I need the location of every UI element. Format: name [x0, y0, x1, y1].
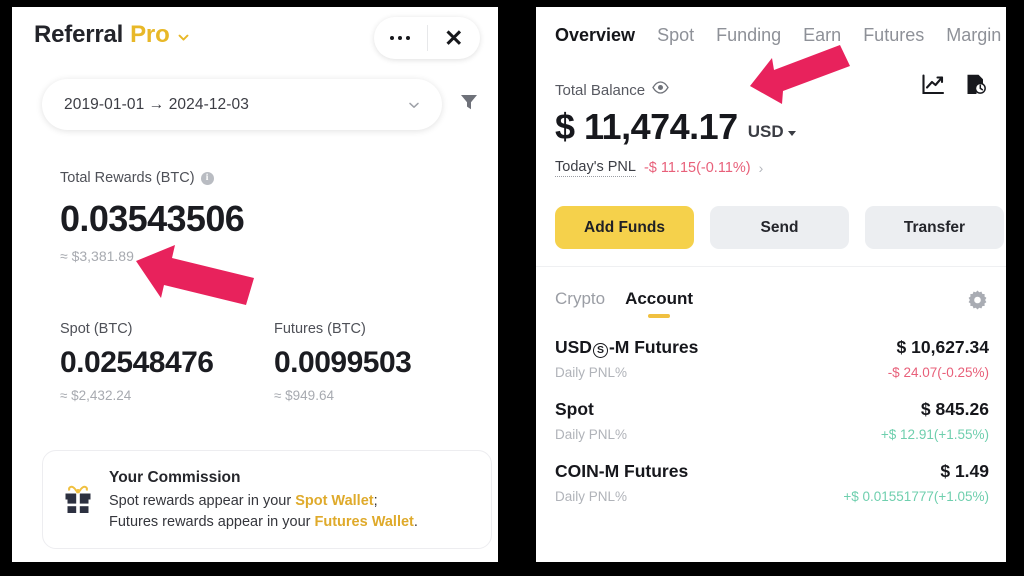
gear-icon[interactable]	[967, 289, 988, 315]
currency-label: USD	[747, 122, 784, 141]
total-balance-amount: $ 11,474.17	[555, 106, 738, 147]
commission-line-2: Futures rewards appear in your Futures W…	[109, 512, 418, 533]
divider	[536, 266, 1006, 267]
tab-margin[interactable]: Margin	[946, 25, 1001, 46]
total-balance-amount-row: $ 11,474.17 USD	[555, 109, 796, 145]
account-row[interactable]: Spot $ 845.26 Daily PNL% +$ 12.91(+1.55%)	[555, 399, 989, 442]
pro-badge: Pro	[130, 21, 170, 48]
filter-icon[interactable]	[458, 91, 480, 118]
gift-icon	[63, 484, 93, 515]
total-rewards-label-row: Total Rewards (BTC) i	[60, 169, 244, 187]
account-row-secondary: Daily PNL% -$ 24.07(-0.25%)	[555, 365, 989, 380]
commission-line-1-suffix: ;	[373, 492, 378, 509]
commission-line-2-suffix: .	[413, 513, 418, 530]
commission-text: Your Commission Spot rewards appear in y…	[109, 467, 418, 532]
account-row-secondary: Daily PNL% +$ 0.01551777(+1.05%)	[555, 489, 989, 504]
wallet-header-icons	[921, 73, 988, 101]
tab-spot[interactable]: Spot	[657, 25, 694, 46]
daily-pnl-label: Daily PNL%	[555, 365, 628, 380]
wallet-action-buttons: Add Funds Send Transfer	[555, 206, 1004, 249]
account-name: COIN-M Futures	[555, 461, 689, 481]
total-balance-label-row: Total Balance	[555, 81, 669, 99]
commission-card: Your Commission Spot rewards appear in y…	[42, 450, 492, 549]
date-range-value: 2019-01-01 → 2024-12-03	[64, 95, 249, 113]
daily-pnl-label: Daily PNL%	[555, 489, 628, 504]
account-name: Spot	[555, 399, 594, 419]
account-amount: $ 845.26	[920, 399, 989, 419]
subtab-account[interactable]: Account	[625, 289, 693, 318]
account-row[interactable]: USD S -M Futures $ 10,627.34 Daily PNL% -$ 24…	[555, 337, 989, 380]
account-amount: $ 10,627.34	[896, 337, 989, 357]
futures-rewards-block: Futures (BTC) 0.0099503 ≈ $949.64	[274, 320, 412, 403]
daily-pnl-value: +$ 0.01551777(+1.05%)	[843, 489, 989, 504]
account-row-primary: COIN-M Futures $ 1.49	[555, 461, 989, 482]
spot-wallet-link[interactable]: Spot Wallet	[295, 493, 373, 509]
subtab-crypto[interactable]: Crypto	[555, 289, 605, 318]
account-row-secondary: Daily PNL% +$ 12.91(+1.55%)	[555, 427, 989, 442]
daily-pnl-label: Daily PNL%	[555, 427, 628, 442]
info-icon[interactable]: i	[200, 171, 214, 185]
futures-rewards-value: 0.0099503	[274, 346, 412, 379]
total-rewards-label: Total Rewards (BTC)	[60, 170, 195, 186]
futures-wallet-link[interactable]: Futures Wallet	[315, 514, 414, 530]
commission-line-1: Spot rewards appear in your Spot Wallet;	[109, 491, 418, 512]
spot-rewards-value: 0.02548476	[60, 346, 214, 379]
eye-icon[interactable]	[652, 81, 669, 99]
commission-line-1-prefix: Spot rewards appear in your	[109, 492, 296, 509]
close-button[interactable]: ✕	[428, 17, 481, 59]
tab-earn[interactable]: Earn	[803, 25, 841, 46]
account-name: USD S -M Futures	[555, 337, 699, 358]
date-filter-row: 2019-01-01 → 2024-12-03	[42, 79, 480, 130]
todays-pnl-row[interactable]: Today's PNL -$ 11.15(-0.11%) ›	[555, 159, 763, 177]
wallet-tabs: Overview Spot Funding Earn Futures Margin	[555, 25, 1001, 46]
header-actions-group: ✕	[374, 17, 480, 59]
currency-selector[interactable]: USD	[747, 122, 796, 145]
transfer-button[interactable]: Transfer	[865, 206, 1004, 249]
total-rewards-value: 0.03543506	[60, 198, 245, 239]
futures-rewards-label: Futures (BTC)	[274, 321, 366, 337]
wallet-subtabs: Crypto Account	[555, 289, 693, 318]
more-dots-icon	[390, 36, 411, 40]
futures-rewards-approx: ≈ $949.64	[274, 388, 334, 403]
account-row-primary: Spot $ 845.26	[555, 399, 989, 420]
daily-pnl-value: -$ 24.07(-0.25%)	[887, 365, 989, 380]
date-range-select[interactable]: 2019-01-01 → 2024-12-03	[42, 79, 442, 130]
referral-header: Referral Pro	[34, 21, 190, 49]
spot-rewards-approx: ≈ $2,432.24	[60, 388, 132, 403]
spot-rewards-label: Spot (BTC)	[60, 321, 133, 337]
chevron-down-icon[interactable]	[177, 31, 190, 44]
account-amount: $ 1.49	[940, 461, 989, 481]
commission-title: Your Commission	[109, 468, 241, 486]
line-chart-icon[interactable]	[921, 73, 945, 101]
close-icon: ✕	[444, 24, 464, 51]
more-options-button[interactable]	[374, 17, 427, 59]
commission-line-2-prefix: Futures rewards appear in your	[109, 513, 315, 530]
referral-panel: Referral Pro ✕ 2019-01-01 → 2024-12-03 T…	[12, 7, 498, 562]
todays-pnl-value: -$ 11.15(-0.11%)	[643, 160, 751, 176]
daily-pnl-value: +$ 12.91(+1.55%)	[880, 427, 989, 442]
tab-futures[interactable]: Futures	[863, 25, 924, 46]
total-balance-label: Total Balance	[555, 81, 646, 99]
tab-overview[interactable]: Overview	[555, 25, 635, 46]
total-rewards-block: Total Rewards (BTC) i 0.03543506 ≈ $3,381…	[60, 169, 245, 264]
chevron-down-icon	[406, 97, 422, 113]
total-rewards-approx: ≈ $3,381.89	[60, 248, 134, 264]
add-funds-button[interactable]: Add Funds	[555, 206, 694, 249]
tab-funding[interactable]: Funding	[716, 25, 781, 46]
stablecoin-badge-icon: S	[592, 342, 608, 358]
document-history-icon[interactable]	[965, 73, 988, 101]
send-button[interactable]: Send	[710, 206, 849, 249]
spot-rewards-block: Spot (BTC) 0.02548476 ≈ $2,432.24	[60, 320, 214, 403]
account-row-primary: USD S -M Futures $ 10,627.34	[555, 337, 989, 358]
todays-pnl-label: Today's PNL	[555, 159, 636, 177]
caret-down-icon	[787, 131, 796, 136]
chevron-right-icon: ›	[758, 160, 764, 176]
wallet-overview-panel: Overview Spot Funding Earn Futures Margin Tot…	[536, 7, 1006, 562]
account-list: USD S -M Futures $ 10,627.34 Daily PNL% -$ 24…	[555, 337, 989, 523]
account-row[interactable]: COIN-M Futures $ 1.49 Daily PNL% +$ 0.01551…	[555, 461, 989, 504]
screenshot-root: Referral Pro ✕ 2019-01-01 → 2024-12-03 T…	[0, 0, 1024, 576]
page-title: Referral	[34, 21, 124, 48]
